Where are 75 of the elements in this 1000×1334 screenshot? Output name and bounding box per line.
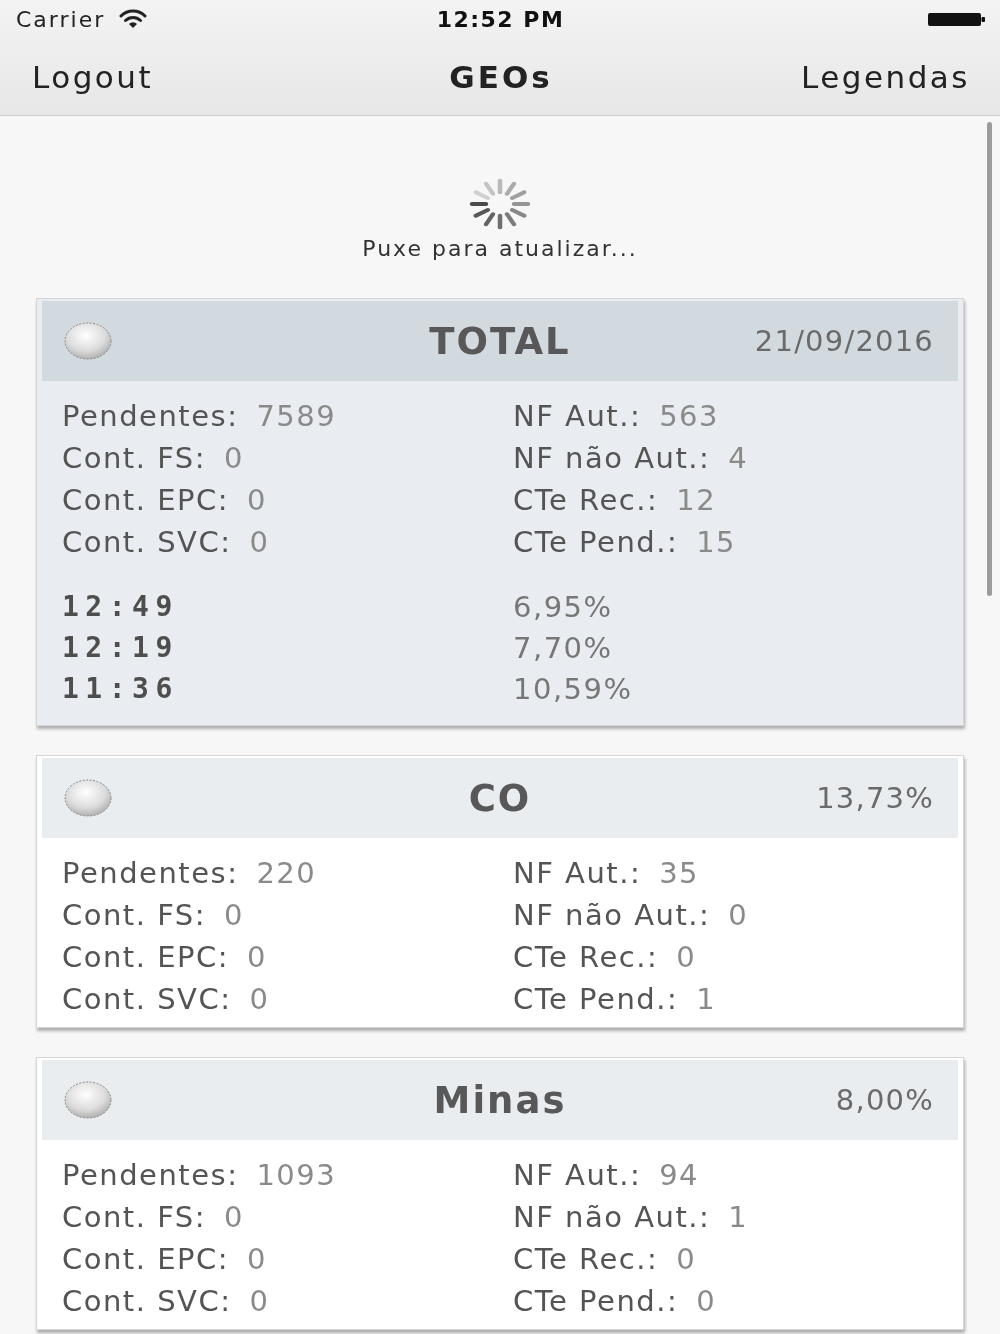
stat-value: 0: [249, 982, 270, 1016]
stat-value: 0: [224, 441, 244, 475]
stat-label: Cont. SVC:: [62, 982, 232, 1016]
stat-value: 0: [728, 898, 749, 932]
status-light-icon: [64, 1081, 112, 1119]
pull-to-refresh-text: Puxe para atualizar...: [362, 235, 638, 263]
stat-label: Pendentes:: [62, 1158, 239, 1192]
stat-label: Pendentes:: [62, 856, 239, 890]
status-light-icon: [64, 779, 112, 817]
stat-label: NF não Aut.:: [513, 1200, 711, 1234]
battery-icon: [928, 12, 985, 26]
carrier-name: Carrier: [16, 6, 106, 32]
stat-value: 0: [247, 483, 267, 517]
stat-label: NF Aut.:: [513, 856, 642, 890]
stat-label: CTe Pend.:: [513, 982, 679, 1016]
stat-label: NF Aut.:: [513, 1158, 642, 1192]
stat-label: Cont. EPC:: [62, 940, 229, 974]
stat-value: 0: [249, 525, 270, 559]
stat-value: 94: [659, 1158, 700, 1192]
stat-label: Cont. FS:: [62, 441, 207, 475]
stat-value: 4: [728, 441, 749, 475]
stat-label: Cont. FS:: [62, 1200, 207, 1234]
stat-label: Cont. FS:: [62, 898, 207, 932]
logout-button[interactable]: Logout: [32, 58, 154, 95]
stat-value: 35: [659, 856, 700, 890]
card-title: Minas: [433, 1078, 567, 1122]
history-time: 12:19: [62, 631, 179, 664]
status-time: 12:52 PM: [436, 6, 565, 32]
stat-label: Cont. EPC:: [62, 483, 229, 517]
stat-value: 1: [728, 1200, 749, 1234]
wifi-icon: [119, 9, 148, 29]
region-card[interactable]: TOTAL 21/09/2016 Pendentes: 7589 Cont. FS: 0 Cont. EPC: 0 Cont. SVC: 0 NF Aut.: 563 NF não Aut.: 4 CTe Rec.: 12 CTe Pend.: 15 12:49 6,95% 12:19 7,70% 11:36 10,59%: [36, 298, 964, 726]
stat-value: 1093: [256, 1158, 337, 1192]
stat-label: CTe Rec.:: [513, 483, 659, 517]
stat-value: 1: [696, 982, 717, 1016]
card-date: 21/09/2016: [754, 324, 934, 358]
stat-label: CTe Rec.:: [513, 1242, 659, 1276]
card-percentage: 8,00%: [835, 1083, 934, 1117]
stat-value: 0: [696, 1284, 717, 1318]
history-percentage: 7,70%: [513, 630, 613, 665]
stat-value: 12: [676, 483, 717, 517]
spinner-icon: [469, 178, 531, 230]
stat-label: NF Aut.:: [513, 399, 642, 433]
region-card[interactable]: Minas 8,00% Pendentes: 1093 Cont. FS: 0 Cont. EPC: 0 Cont. SVC: 0 NF Aut.: 94 NF não Aut.: 1 CTe Rec.: 0 CTe Pend.: 0: [36, 1057, 964, 1330]
card-title: TOTAL: [429, 319, 571, 363]
stat-label: Cont. SVC:: [62, 525, 232, 559]
stat-label: Cont. SVC:: [62, 1284, 232, 1318]
legend-button[interactable]: Legendas: [800, 58, 970, 95]
stat-value: 0: [676, 1242, 697, 1276]
card-title: CO: [468, 776, 532, 820]
stat-value: 7589: [256, 399, 337, 433]
status-light-icon: [64, 322, 112, 360]
stat-value: 0: [676, 940, 697, 974]
stat-value: 0: [224, 898, 244, 932]
screen-title: GEOs: [449, 58, 553, 95]
stat-label: Pendentes:: [62, 399, 239, 433]
stat-label: NF não Aut.:: [513, 898, 711, 932]
card-percentage: 13,73%: [816, 781, 934, 815]
stat-value: 0: [247, 940, 267, 974]
history-time: 12:49: [62, 590, 179, 623]
stat-label: CTe Rec.:: [513, 940, 659, 974]
stat-label: CTe Pend.:: [513, 525, 679, 559]
stat-value: 0: [249, 1284, 270, 1318]
history-percentage: 10,59%: [513, 671, 633, 706]
stat-label: CTe Pend.:: [513, 1284, 679, 1318]
history-time: 11:36: [62, 672, 179, 705]
region-card[interactable]: CO 13,73% Pendentes: 220 Cont. FS: 0 Cont. EPC: 0 Cont. SVC: 0 NF Aut.: 35 NF não Aut.: 0 CTe Rec.: 0 CTe Pend.: 1: [36, 755, 964, 1028]
stat-value: 0: [247, 1242, 267, 1276]
stat-label: Cont. EPC:: [62, 1242, 229, 1276]
stat-label: NF não Aut.:: [513, 441, 711, 475]
stat-value: 563: [659, 399, 720, 433]
history-percentage: 6,95%: [513, 589, 613, 624]
stat-value: 15: [696, 525, 737, 559]
stat-value: 0: [224, 1200, 244, 1234]
stat-value: 220: [256, 856, 317, 890]
